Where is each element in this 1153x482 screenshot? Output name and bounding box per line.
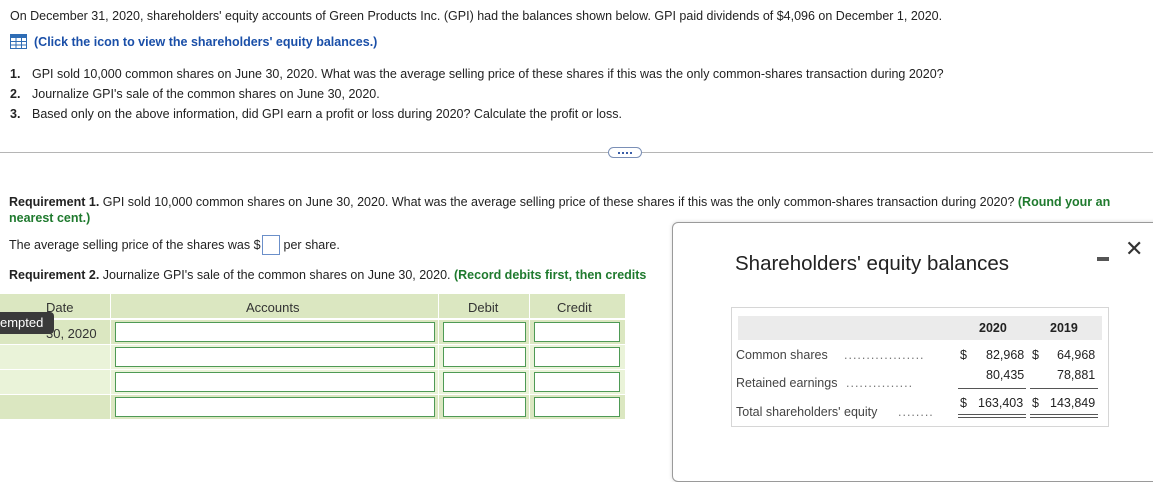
close-icon[interactable]: ✕ <box>1125 236 1143 262</box>
credit-input[interactable] <box>534 347 620 367</box>
total-double-underline <box>958 414 1026 415</box>
requirement-2-hint: (Record debits first, then credits <box>453 268 647 282</box>
expand-more-button[interactable] <box>608 147 642 158</box>
question-text: GPI sold 10,000 common shares on June 30… <box>32 67 944 81</box>
header-accounts: Accounts <box>246 300 300 315</box>
journal-row <box>0 370 625 394</box>
header-credit: Credit <box>557 300 592 315</box>
popup-title: Shareholders' equity balances <box>735 252 1010 275</box>
answer-row: The average selling price of the shares … <box>9 235 340 255</box>
journal-row <box>0 395 625 419</box>
average-price-input[interactable] <box>261 235 280 255</box>
account-input[interactable] <box>115 322 435 342</box>
debit-input[interactable] <box>443 397 526 417</box>
question-item: 3. Based only on the above information, d… <box>10 104 944 124</box>
total-double-underline <box>1030 414 1098 415</box>
requirement-1-hint-cont: nearest cent.) <box>9 211 91 225</box>
credit-input[interactable] <box>534 372 620 392</box>
question-item: 2. Journalize GPI's sale of the common sh… <box>10 84 944 104</box>
requirement-1-label: Requirement 1. <box>9 195 100 209</box>
balances-header-band <box>738 316 1102 340</box>
journal-row <box>0 345 625 369</box>
subtotal-underline <box>958 388 1026 389</box>
question-text: Based only on the above information, did… <box>32 107 622 121</box>
journal-header-row: Date Accounts Debit Credit <box>0 294 625 318</box>
total-double-underline <box>1030 417 1098 418</box>
credit-input[interactable] <box>534 322 620 342</box>
requirement-1-text: GPI sold 10,000 common shares on June 30… <box>99 195 1018 209</box>
requirement-2: Requirement 2. Journalize GPI's sale of … <box>9 268 646 282</box>
year-2020-header: 2020 <box>979 321 1007 335</box>
column-divider <box>529 294 530 419</box>
question-text: Journalize GPI's sale of the common shar… <box>32 87 380 101</box>
credit-input[interactable] <box>534 397 620 417</box>
header-debit: Debit <box>468 300 499 315</box>
total-equity-2019: 143,849 <box>1050 396 1096 410</box>
attempted-badge: empted <box>0 312 54 334</box>
currency-symbol: $ <box>960 396 967 410</box>
requirement-2-text: Journalize GPI's sale of the common shar… <box>99 268 454 282</box>
intro-text: On December 31, 2020, shareholders' equi… <box>10 9 943 23</box>
subtotal-underline <box>1030 388 1098 389</box>
section-divider <box>0 152 1153 153</box>
total-equity-label: Total shareholders' equity <box>736 405 878 419</box>
column-divider <box>438 294 439 419</box>
requirement-1: Requirement 1. GPI sold 10,000 common sh… <box>9 195 1110 209</box>
requirement-1-hint: (Round your an <box>1017 195 1111 209</box>
question-list: 1. GPI sold 10,000 common shares on June … <box>10 64 944 124</box>
year-2019-header: 2019 <box>1050 321 1078 335</box>
question-item: 1. GPI sold 10,000 common shares on June … <box>10 64 944 84</box>
question-number: 1. <box>10 67 21 81</box>
table-grid-icon[interactable] <box>10 34 27 49</box>
view-balances-link[interactable]: (Click the icon to view the shareholders… <box>10 34 377 49</box>
common-shares-2020: 82,968 <box>986 348 1025 362</box>
balances-popup: Shareholders' equity balances ✕ 2020 201… <box>672 222 1153 482</box>
currency-symbol: $ <box>1032 348 1039 362</box>
question-number: 3. <box>10 107 21 121</box>
currency-symbol: $ <box>1032 396 1039 410</box>
debit-input[interactable] <box>443 347 526 367</box>
leader-dots: ........ <box>898 405 934 419</box>
minimize-icon[interactable] <box>1097 257 1109 261</box>
retained-earnings-label: Retained earnings <box>736 376 838 390</box>
common-shares-label: Common shares <box>736 348 828 362</box>
account-input[interactable] <box>115 347 435 367</box>
debit-input[interactable] <box>443 372 526 392</box>
view-balances-link-label[interactable]: (Click the icon to view the shareholders… <box>34 35 377 49</box>
balances-table: 2020 2019 Common shares ................… <box>731 307 1109 427</box>
retained-earnings-2020: 80,435 <box>986 368 1025 382</box>
requirement-2-label: Requirement 2. <box>9 268 100 282</box>
debit-input[interactable] <box>443 322 526 342</box>
total-equity-2020: 163,403 <box>978 396 1024 410</box>
answer-suffix: per share. <box>283 238 340 252</box>
account-input[interactable] <box>115 372 435 392</box>
answer-prefix: The average selling price of the shares … <box>9 238 261 252</box>
column-divider <box>110 294 111 419</box>
currency-symbol: $ <box>960 348 967 362</box>
account-input[interactable] <box>115 397 435 417</box>
question-number: 2. <box>10 87 21 101</box>
leader-dots: .................. <box>844 348 925 362</box>
retained-earnings-2019: 78,881 <box>1057 368 1096 382</box>
ellipsis-icon <box>618 151 620 154</box>
leader-dots: ............... <box>846 376 914 390</box>
total-double-underline <box>958 417 1026 418</box>
common-shares-2019: 64,968 <box>1057 348 1096 362</box>
